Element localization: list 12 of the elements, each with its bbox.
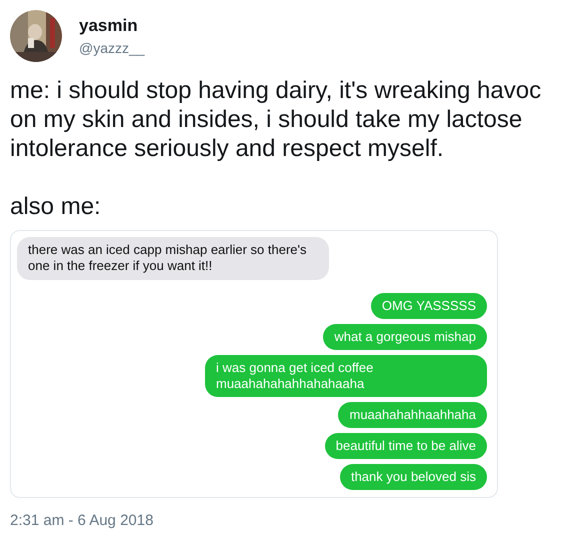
author-handle[interactable]: @yazzz__ (79, 40, 145, 56)
author-name[interactable]: yasmin (79, 16, 145, 36)
sent-message: muaahahahhaahhaha (338, 402, 487, 428)
sent-message: i was gonna get iced coffee muaahahahahhahahaaha (205, 355, 487, 397)
timestamp: 2:31 am - 6 Aug 2018 (10, 512, 154, 529)
received-message: there was an iced capp mishap earlier so there's one in the freezer if you want it!! (17, 237, 329, 280)
sent-message: beautiful time to be alive (324, 433, 487, 459)
tweet-text: also me: (10, 192, 102, 221)
sent-message: OMG YASSSSS (370, 293, 487, 319)
sent-message: thank you beloved sis (340, 464, 487, 490)
tweet-text: me: i should stop having dairy, it's wreaking havoc on my skin and insides, i should take my lactose intolerance seriously and respect myself. (10, 76, 542, 163)
sent-message: what a gorgeous mishap (323, 324, 487, 350)
